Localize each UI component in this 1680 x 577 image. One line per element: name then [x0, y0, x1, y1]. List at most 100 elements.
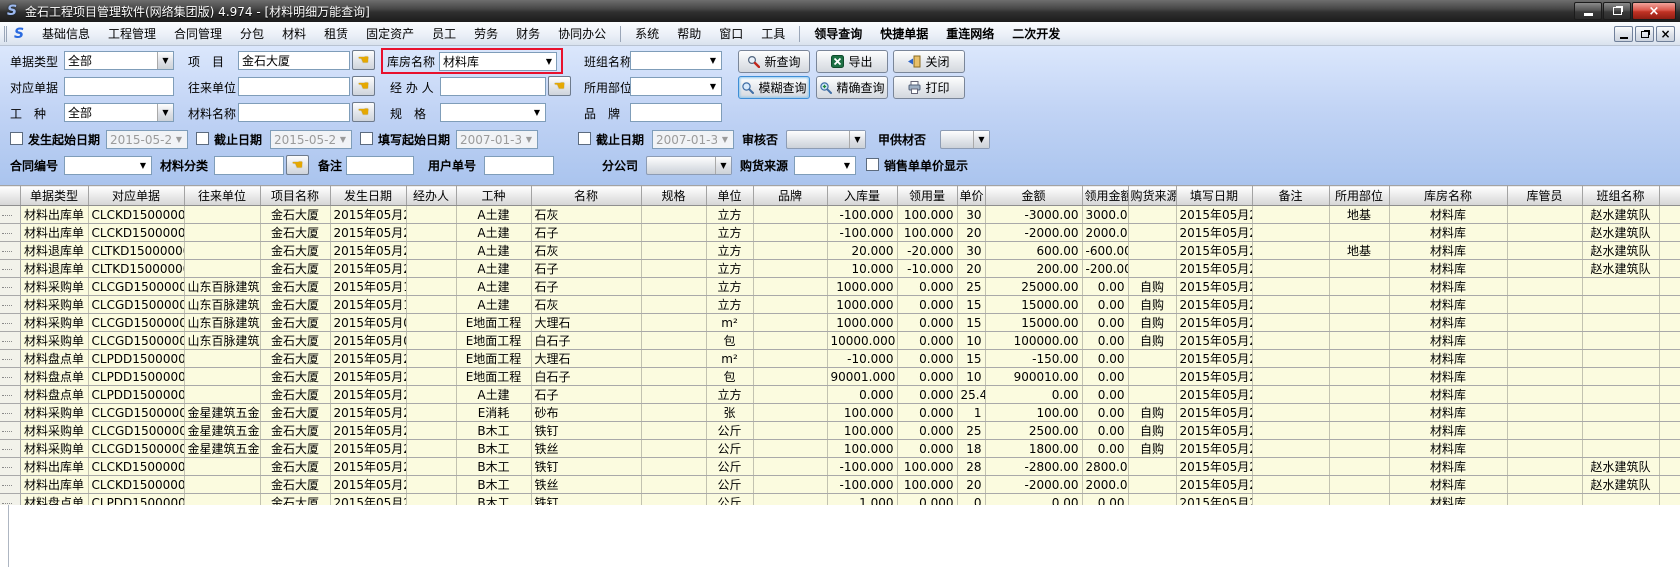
table-row[interactable]: 材料退库单CLTKD150000001金石大厦2015年05月22日A土建石灰立…: [0, 242, 1680, 260]
chevron-down-icon[interactable]: ▼: [135, 157, 151, 174]
row-indicator-header[interactable]: [0, 186, 20, 206]
chevron-down-icon[interactable]: ▼: [335, 131, 351, 148]
owner-supplied-select[interactable]: ▼: [940, 130, 990, 149]
row-indicator[interactable]: [0, 386, 20, 404]
row-indicator[interactable]: [0, 314, 20, 332]
material-class-input[interactable]: [214, 156, 284, 175]
table-row[interactable]: 材料采购单CLCGD150000005山东百脉建筑金石大厦2015年05月01日…: [0, 314, 1680, 332]
column-header[interactable]: 班组名称: [1582, 186, 1659, 206]
menu-item[interactable]: 工程管理: [99, 22, 165, 45]
table-row[interactable]: 材料采购单CLCGD150000004山东百脉建筑金石大厦2015年05月12日…: [0, 296, 1680, 314]
close-window-button[interactable]: 关闭: [893, 50, 965, 73]
new-query-button[interactable]: 新查询: [738, 50, 810, 73]
row-indicator[interactable]: [0, 278, 20, 296]
menu-item[interactable]: 基础信息: [33, 22, 99, 45]
warehouse-select[interactable]: 材料库 ▼: [439, 52, 557, 71]
column-header[interactable]: 规格: [641, 186, 706, 206]
menu-item[interactable]: 帮助: [668, 22, 710, 45]
column-header[interactable]: 购货来源: [1128, 186, 1176, 206]
table-row[interactable]: 材料采购单CLCGD150000006金星建筑五金金石大厦2015年05月29日…: [0, 422, 1680, 440]
brand-input[interactable]: [630, 103, 722, 122]
column-header[interactable]: 发生日期: [330, 186, 406, 206]
fill-end-checkbox[interactable]: [578, 132, 591, 145]
occur-end-date[interactable]: 2015-05-29 ▼: [270, 130, 352, 149]
column-header[interactable]: 工种: [456, 186, 531, 206]
row-indicator[interactable]: [0, 242, 20, 260]
sale-price-display-checkbox[interactable]: [866, 158, 879, 171]
row-indicator[interactable]: [0, 476, 20, 494]
table-row[interactable]: 材料盘点单CLPDD150000001金石大厦2015年05月29日E地面工程大…: [0, 350, 1680, 368]
menu-item[interactable]: 工具: [752, 22, 794, 45]
vendor-picker-button[interactable]: ☚: [352, 76, 375, 96]
column-header[interactable]: 库房名称: [1389, 186, 1507, 206]
menu-item[interactable]: 窗口: [710, 22, 752, 45]
clipped-column-header[interactable]: [1659, 186, 1680, 206]
column-header[interactable]: 库管员: [1507, 186, 1582, 206]
fuzzy-query-button[interactable]: 模糊查询: [738, 76, 810, 99]
restore-button[interactable]: [1603, 2, 1631, 20]
mdi-close-button[interactable]: ×: [1656, 26, 1675, 42]
menu-item[interactable]: 协同办公: [549, 22, 615, 45]
menu-item[interactable]: 财务: [507, 22, 549, 45]
menu-item[interactable]: 劳务: [465, 22, 507, 45]
table-row[interactable]: 材料出库单CLCKD150000002金石大厦2015年05月29日B木工铁钉公…: [0, 458, 1680, 476]
chevron-down-icon[interactable]: ▼: [521, 131, 537, 148]
related-doc-input[interactable]: [64, 77, 174, 96]
branch-select[interactable]: ▼: [646, 156, 732, 175]
table-row[interactable]: 材料采购单CLCGD150000004山东百脉建筑金石大厦2015年05月12日…: [0, 278, 1680, 296]
menu-item[interactable]: 领导查询: [805, 22, 871, 45]
chevron-down-icon[interactable]: ▼: [529, 104, 545, 121]
agent-picker-button[interactable]: ☚: [548, 76, 571, 96]
used-part-select[interactable]: ▼: [630, 77, 722, 96]
team-select[interactable]: ▼: [630, 51, 722, 70]
row-indicator[interactable]: [0, 260, 20, 278]
column-header[interactable]: 单位: [706, 186, 753, 206]
fill-start-checkbox[interactable]: [360, 132, 373, 145]
remark-input[interactable]: [346, 156, 414, 175]
material-class-picker-button[interactable]: ☚: [286, 155, 309, 175]
close-button[interactable]: ×: [1632, 2, 1676, 20]
column-header[interactable]: 项目名称: [260, 186, 330, 206]
row-indicator[interactable]: [0, 440, 20, 458]
chevron-down-icon[interactable]: ▼: [839, 157, 855, 174]
project-input[interactable]: [238, 51, 350, 70]
column-header[interactable]: 单价: [957, 186, 985, 206]
occur-start-date[interactable]: 2015-05-29 ▼: [106, 130, 188, 149]
row-indicator[interactable]: [0, 350, 20, 368]
fill-start-date[interactable]: 2007-01-31 ▼: [456, 130, 538, 149]
column-header[interactable]: 填写日期: [1176, 186, 1252, 206]
chevron-down-icon[interactable]: ▼: [715, 157, 731, 174]
user-doc-no-input[interactable]: [484, 156, 554, 175]
row-indicator[interactable]: [0, 206, 20, 224]
column-header[interactable]: 所用部位: [1329, 186, 1389, 206]
menu-item[interactable]: 二次开发: [1003, 22, 1069, 45]
table-row[interactable]: 材料盘点单CLPDD150000001金石大厦2015年05月29日A土建石子立…: [0, 386, 1680, 404]
chevron-down-icon[interactable]: ▼: [717, 131, 733, 148]
row-indicator[interactable]: [0, 422, 20, 440]
spec-select[interactable]: ▼: [440, 103, 546, 122]
row-indicator[interactable]: [0, 368, 20, 386]
chevron-down-icon[interactable]: ▼: [171, 131, 187, 148]
column-header[interactable]: 单据类型: [20, 186, 88, 206]
table-row[interactable]: 材料采购单CLCGD150000006金星建筑五金金石大厦2015年05月29日…: [0, 404, 1680, 422]
chevron-down-icon[interactable]: ▼: [157, 104, 173, 121]
row-indicator[interactable]: [0, 224, 20, 242]
mdi-restore-button[interactable]: [1635, 26, 1654, 42]
table-row[interactable]: 材料退库单CLTKD150000001金石大厦2015年05月22日A土建石子立…: [0, 260, 1680, 278]
exact-query-button[interactable]: 精确查询: [816, 76, 888, 99]
table-row[interactable]: 材料采购单CLCGD150000006金星建筑五金金石大厦2015年05月29日…: [0, 440, 1680, 458]
menu-item[interactable]: 固定资产: [357, 22, 423, 45]
menu-item[interactable]: 合同管理: [165, 22, 231, 45]
print-button[interactable]: 打印: [893, 76, 965, 99]
project-picker-button[interactable]: ☚: [352, 50, 375, 70]
fill-end-date[interactable]: 2007-01-31 ▼: [652, 130, 734, 149]
chevron-down-icon[interactable]: ▼: [157, 52, 173, 69]
occur-start-checkbox[interactable]: [10, 132, 23, 145]
menu-item[interactable]: 员工: [423, 22, 465, 45]
purchase-source-select[interactable]: ▼: [794, 156, 856, 175]
table-row[interactable]: 材料盘点单CLPDD150000002金石大厦2015年05月29日B木工铁钉公…: [0, 494, 1680, 506]
column-header[interactable]: 往来单位: [184, 186, 260, 206]
column-header[interactable]: 领用金额: [1082, 186, 1128, 206]
column-header[interactable]: 入库量: [827, 186, 897, 206]
menu-item[interactable]: 系统: [626, 22, 668, 45]
